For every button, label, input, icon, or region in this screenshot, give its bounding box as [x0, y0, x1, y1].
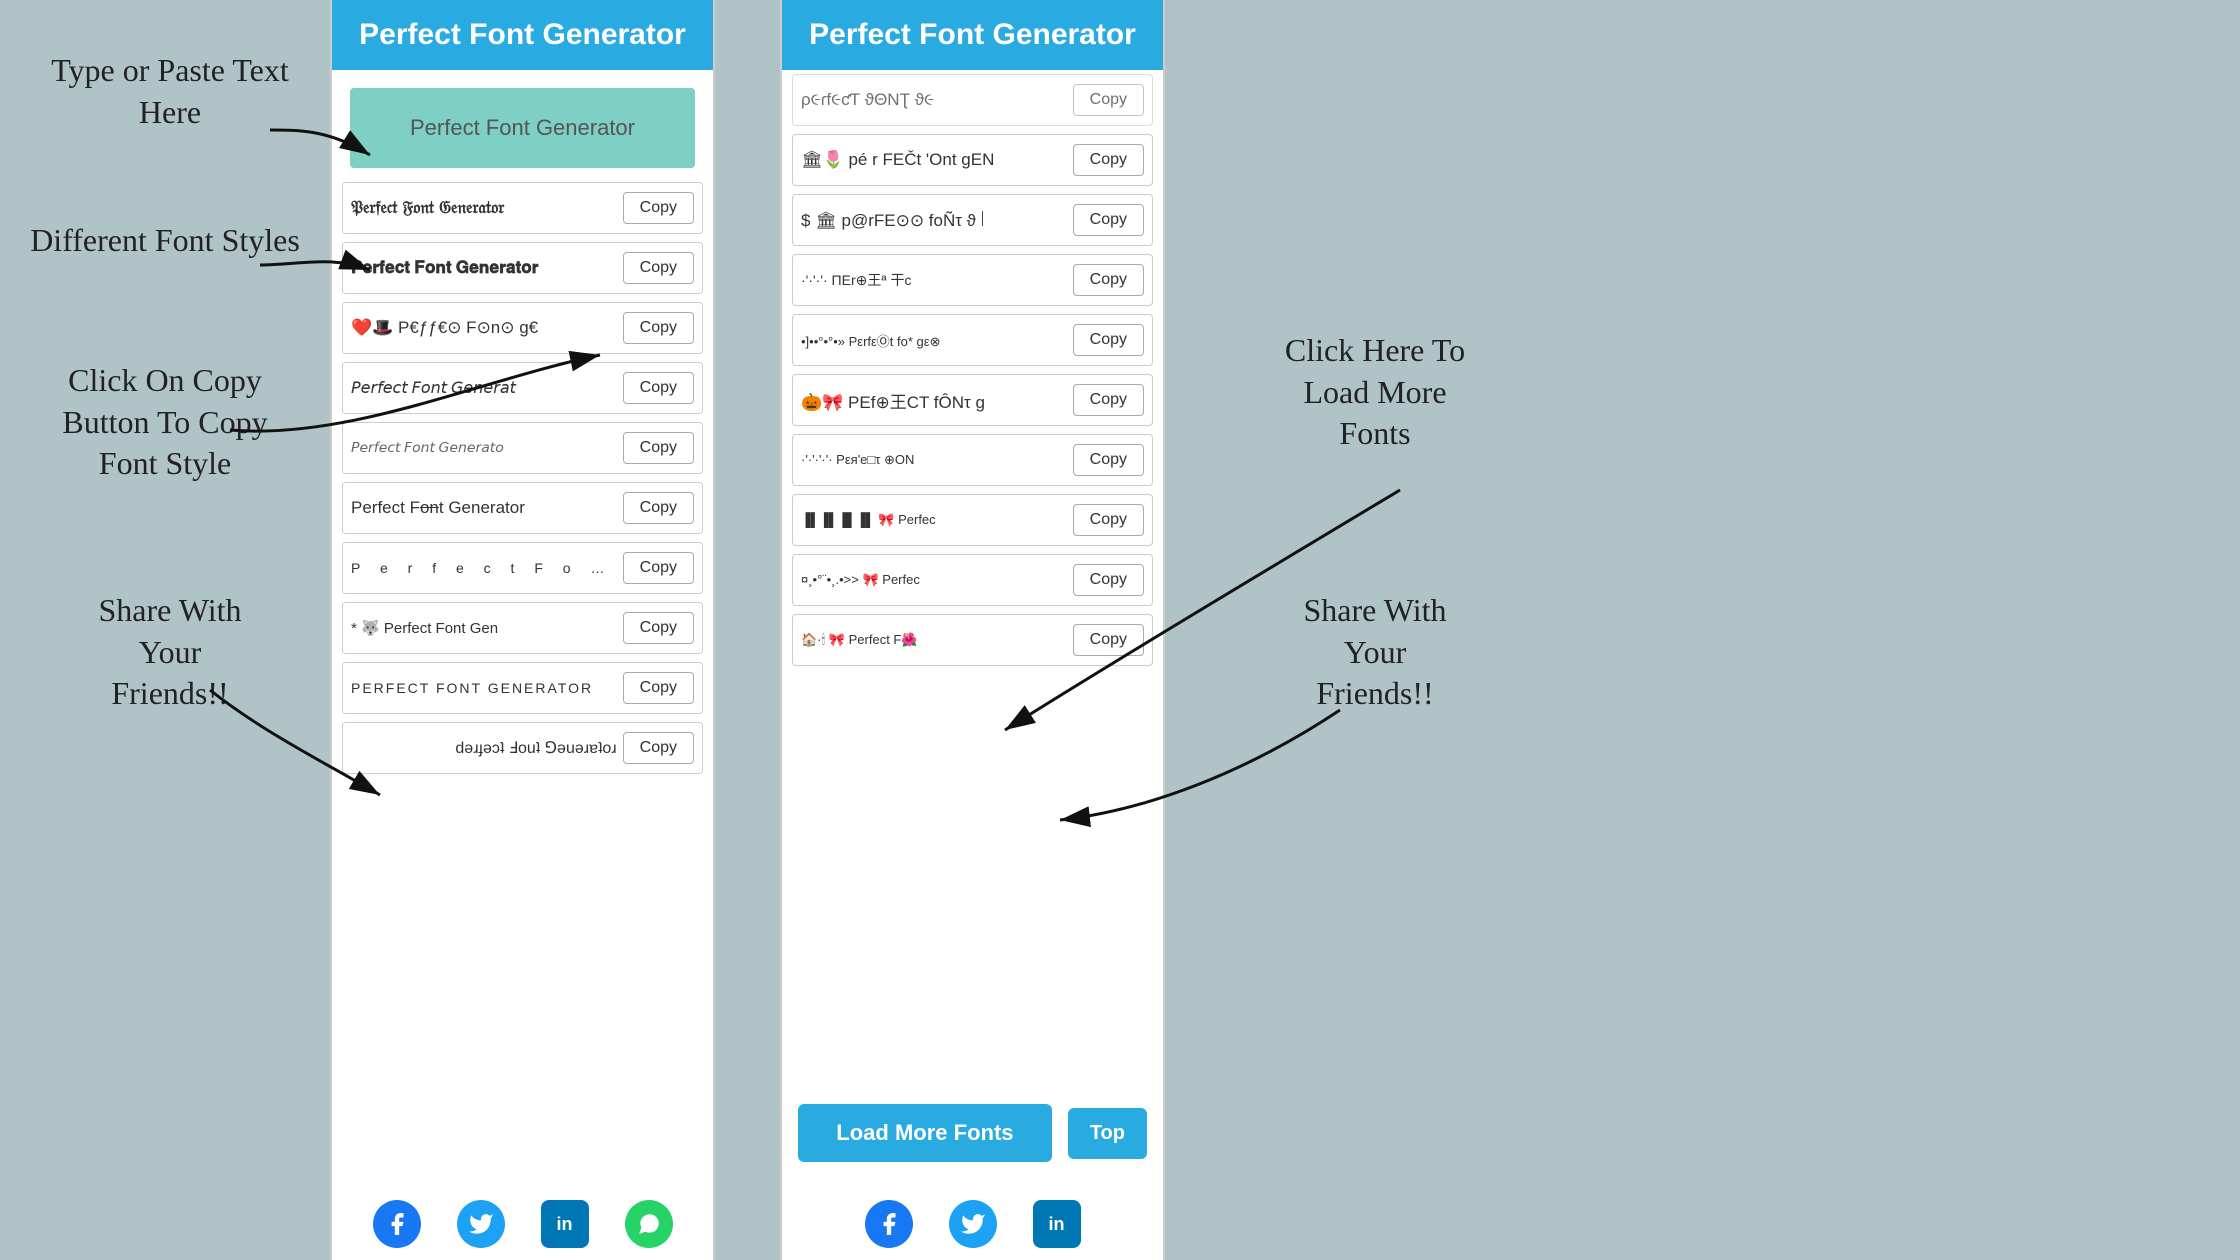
copy-button-10[interactable]: Copy	[623, 732, 694, 764]
copy-button-8[interactable]: Copy	[623, 612, 694, 644]
copy-button-r2[interactable]: Copy	[1073, 204, 1144, 236]
font-row-r2: $ 🏛 p@rFE⊙⊙ foÑτ ϑ꒐ Copy	[792, 194, 1153, 246]
copy-button-r7[interactable]: Copy	[1073, 504, 1144, 536]
font-text: * 🐺 Perfect Font Gen	[351, 619, 617, 637]
font-row-r5: 🎃🎀 PEf⊕王CT fÔNτ g Copy	[792, 374, 1153, 426]
copy-button-r3[interactable]: Copy	[1073, 264, 1144, 296]
font-row-emoji1: ❤️🎩 P€ƒƒ€⊙ F⊙n⊙ g€ Copy	[342, 302, 703, 354]
left-panel-header: Perfect Font Generator	[332, 0, 713, 70]
annotation-share-left: Share WithYourFriends!!	[40, 590, 300, 715]
right-font-list: 🏛🌷 pé r FEČt 'Ont gEN Copy $ 🏛 p@rFE⊙⊙ f…	[782, 130, 1163, 1084]
font-text: ·'·'·'· ΠEr⊕王ª 干c	[801, 270, 1067, 290]
font-text: $ 🏛 p@rFE⊙⊙ foÑτ ϑ꒐	[801, 209, 1067, 231]
font-row-r4: •]••°•°•» PεrfεⓄt fo* gε⊗ Copy	[792, 314, 1153, 366]
font-text: 🎃🎀 PEf⊕王CT fÔNτ g	[801, 388, 1067, 413]
copy-button-r9[interactable]: Copy	[1073, 624, 1144, 656]
copy-button-r6[interactable]: Copy	[1073, 444, 1144, 476]
font-row-r8: ¤¸•°¨•¸.•>> 🎀 Perfec Copy	[792, 554, 1153, 606]
font-text: ❤️🎩 P€ƒƒ€⊙ F⊙n⊙ g€	[351, 318, 617, 338]
font-text: Perfect Font Generator	[351, 498, 617, 518]
font-row-partial-top: ρ૯ɾf૯ƈƬ ϑΘΝƮ ϑ૯ Copy	[792, 74, 1153, 126]
copy-button-r1[interactable]: Copy	[1073, 144, 1144, 176]
font-text: 𝘗𝘦𝘳𝘧𝘦𝘤𝘵 𝘍𝘰𝘯𝘵 𝘎𝘦𝘯𝘦𝘳𝘢𝘵𝘰	[351, 440, 617, 457]
font-row-strikethrough: Perfect Font Generator Copy	[342, 482, 703, 534]
right-bottom-row: Load More Fonts Top	[782, 1084, 1163, 1182]
left-phone-panel: Perfect Font Generator Perfect Font Gene…	[330, 0, 715, 1260]
font-row-r9: 🏠·🕯 🎀 Perfect F🌺 Copy	[792, 614, 1153, 666]
top-button[interactable]: Top	[1068, 1108, 1147, 1159]
font-row-wide: P e r f e c t F o n t Copy	[342, 542, 703, 594]
copy-button-5[interactable]: Copy	[623, 432, 694, 464]
font-text: •]••°•°•» PεrfεⓄt fo* gε⊗	[801, 331, 1067, 350]
font-row-italic2: 𝘗𝘦𝘳𝘧𝘦𝘤𝘵 𝘍𝘰𝘯𝘵 𝘎𝘦𝘯𝘦𝘳𝘢𝘵𝘰 Copy	[342, 422, 703, 474]
font-text: 𝔓𝔢𝔯𝔣𝔢𝔠𝔱 𝔉𝔬𝔫𝔱 𝔊𝔢𝔫𝔢𝔯𝔞𝔱𝔬𝔯	[351, 199, 617, 218]
font-row-reverse: ɹoʇɐɹǝuǝ⅁ ʇuoℲ ʇɔǝɟɹǝd Copy	[342, 722, 703, 774]
copy-button-3[interactable]: Copy	[623, 312, 694, 344]
copy-button-r8[interactable]: Copy	[1073, 564, 1144, 596]
copy-button-6[interactable]: Copy	[623, 492, 694, 524]
copy-button-9[interactable]: Copy	[623, 672, 694, 704]
copy-button-r4[interactable]: Copy	[1073, 324, 1144, 356]
copy-button-4[interactable]: Copy	[623, 372, 694, 404]
annotation-font-styles: Different Font Styles	[30, 220, 300, 262]
font-text: ρ૯ɾf૯ƈƬ ϑΘΝƮ ϑ૯	[801, 90, 1067, 110]
left-font-list: 𝔓𝔢𝔯𝔣𝔢𝔠𝔱 𝔉𝔬𝔫𝔱 𝔊𝔢𝔫𝔢𝔯𝔞𝔱𝔬𝔯 Copy 𝐏𝐞𝐫𝐟𝐞𝐜𝐭 𝐅𝐨𝐧𝐭…	[332, 178, 713, 1182]
linkedin-share-button[interactable]: in	[541, 1200, 589, 1248]
font-text: 𝘗𝘦𝘳𝘧𝘦𝘤𝘵 𝘍𝘰𝘯𝘵 𝘎𝘦𝘯𝘦𝘳𝘢𝘵	[351, 378, 617, 398]
font-row-upper: PERFECT FONT GENERATOR Copy	[342, 662, 703, 714]
font-row-r1: 🏛🌷 pé r FEČt 'Ont gEN Copy	[792, 134, 1153, 186]
twitter-share-button[interactable]	[457, 1200, 505, 1248]
copy-button-r0[interactable]: Copy	[1073, 84, 1144, 116]
facebook-share-button-right[interactable]	[865, 1200, 913, 1248]
font-row-wolf: * 🐺 Perfect Font Gen Copy	[342, 602, 703, 654]
font-row-italic1: 𝘗𝘦𝘳𝘧𝘦𝘤𝘵 𝘍𝘰𝘯𝘵 𝘎𝘦𝘯𝘦𝘳𝘢𝘵 Copy	[342, 362, 703, 414]
font-text: PERFECT FONT GENERATOR	[351, 680, 617, 696]
right-panel-header: Perfect Font Generator	[782, 0, 1163, 70]
annotation-type-paste: Type or Paste Text Here	[30, 50, 310, 133]
linkedin-share-button-right[interactable]: in	[1033, 1200, 1081, 1248]
whatsapp-share-button[interactable]	[625, 1200, 673, 1248]
copy-button-7[interactable]: Copy	[623, 552, 694, 584]
font-text: ɹoʇɐɹǝuǝ⅁ ʇuoℲ ʇɔǝɟɹǝd	[351, 738, 617, 758]
font-row-bold: 𝐏𝐞𝐫𝐟𝐞𝐜𝐭 𝐅𝐨𝐧𝐭 𝐆𝐞𝐧𝐞𝐫𝐚𝐭𝐨𝐫 Copy	[342, 242, 703, 294]
font-row-r7: ▐▌▐▌▐▌▐▌ 🎀 Perfec Copy	[792, 494, 1153, 546]
font-text: ·'·'·'·'· Pεя'e□τ ⊕ON	[801, 452, 1067, 468]
font-row-r6: ·'·'·'·'· Pεя'e□τ ⊕ON Copy	[792, 434, 1153, 486]
right-phone-panel: Perfect Font Generator ρ૯ɾf૯ƈƬ ϑΘΝƮ ϑ૯ C…	[780, 0, 1165, 1260]
text-input-box[interactable]: Perfect Font Generator	[350, 88, 695, 168]
font-row-fraktur: 𝔓𝔢𝔯𝔣𝔢𝔠𝔱 𝔉𝔬𝔫𝔱 𝔊𝔢𝔫𝔢𝔯𝔞𝔱𝔬𝔯 Copy	[342, 182, 703, 234]
font-text: ▐▌▐▌▐▌▐▌ 🎀 Perfec	[801, 512, 1067, 528]
font-text: ¤¸•°¨•¸.•>> 🎀 Perfec	[801, 572, 1067, 588]
annotation-click-load: Click Here ToLoad MoreFonts	[1230, 330, 1520, 455]
copy-button-2[interactable]: Copy	[623, 252, 694, 284]
font-row-r3: ·'·'·'· ΠEr⊕王ª 干c Copy	[792, 254, 1153, 306]
font-text: 𝐏𝐞𝐫𝐟𝐞𝐜𝐭 𝐅𝐨𝐧𝐭 𝐆𝐞𝐧𝐞𝐫𝐚𝐭𝐨𝐫	[351, 258, 617, 278]
copy-button-1[interactable]: Copy	[623, 192, 694, 224]
annotation-click-copy: Click On CopyButton To CopyFont Style	[20, 360, 310, 485]
font-text: 🏠·🕯 🎀 Perfect F🌺	[801, 632, 1067, 648]
facebook-share-button[interactable]	[373, 1200, 421, 1248]
copy-button-r5[interactable]: Copy	[1073, 384, 1144, 416]
font-text: P e r f e c t F o n t	[351, 560, 617, 576]
load-more-button[interactable]: Load More Fonts	[798, 1104, 1052, 1162]
font-text: 🏛🌷 pé r FEČt 'Ont gEN	[801, 150, 1067, 170]
twitter-share-button-right[interactable]	[949, 1200, 997, 1248]
annotation-share-right: Share WithYourFriends!!	[1240, 590, 1510, 715]
right-social-row: in	[782, 1182, 1163, 1260]
left-social-row: in	[332, 1182, 713, 1260]
